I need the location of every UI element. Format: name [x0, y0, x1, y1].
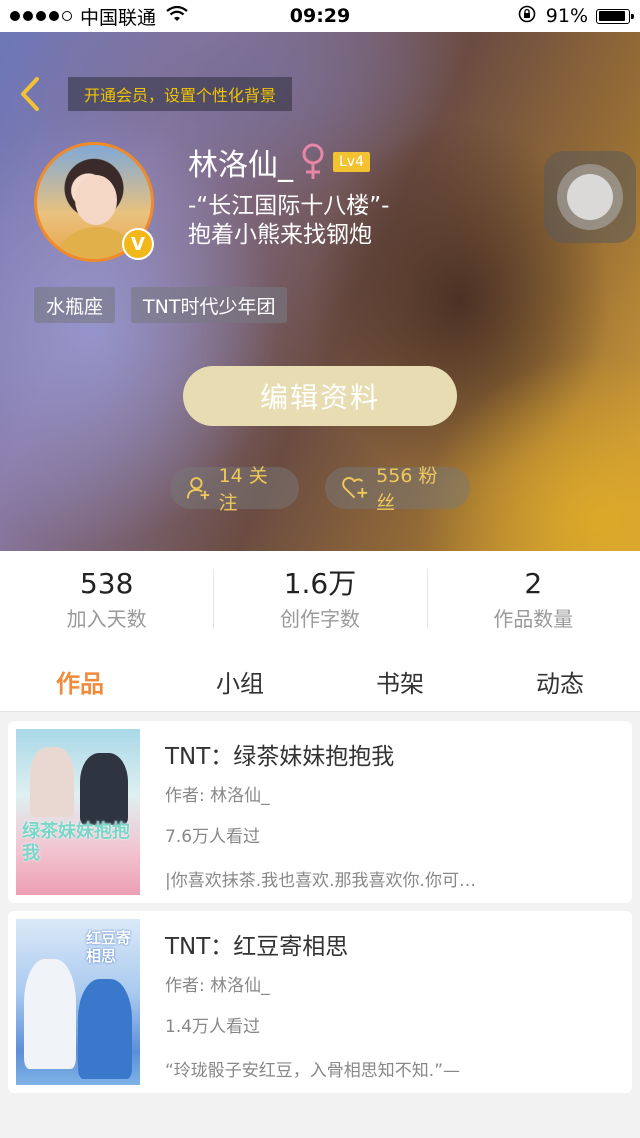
book-cover: 红豆寄相思 — [16, 919, 140, 1085]
stat-join-days: 538 加入天数 — [0, 551, 213, 651]
tab-activity[interactable]: 动态 — [480, 651, 640, 711]
vip-background-hint[interactable]: 开通会员，设置个性化背景 — [68, 77, 293, 111]
work-excerpt: “玲珑骰子安红豆，入骨相思知不知.”— — [165, 1061, 461, 1081]
profile-stats: 538 加入天数 1.6万 创作字数 2 作品数量 — [0, 551, 640, 651]
work-card[interactable]: 红豆寄相思 TNT：红豆寄相思 作者: 林洛仙_ 1.4万人看过 “玲珑骰子安红… — [8, 911, 632, 1093]
work-title: TNT：红豆寄相思 — [165, 934, 349, 960]
profile-tag[interactable]: 水瓶座 — [34, 287, 116, 323]
stat-label: 创作字数 — [279, 607, 360, 631]
following-count: 14 关注 — [218, 465, 268, 514]
profile-tags: 水瓶座 TNT时代少年团 — [34, 287, 303, 323]
stat-word-count: 1.6万 创作字数 — [213, 551, 426, 651]
carrier-name: 中国联通 — [80, 6, 157, 29]
wifi-icon — [166, 5, 188, 27]
battery-icon — [596, 8, 634, 24]
work-title: TNT：绿茶妹妹抱抱我 — [165, 744, 395, 770]
signal-strength-icon — [10, 11, 75, 21]
female-icon — [302, 143, 324, 179]
orientation-lock-icon — [518, 5, 536, 28]
stat-value: 2 — [524, 567, 543, 600]
stat-works-count: 2 作品数量 — [426, 551, 640, 651]
cover-title: 红豆寄相思 — [86, 929, 132, 965]
bio-line: 抱着小熊来找钢炮 — [188, 222, 372, 248]
chevron-left-icon — [21, 77, 39, 111]
work-excerpt: |你喜欢抹茶.我也喜欢.那我喜欢你.你可… — [165, 871, 476, 891]
back-button[interactable] — [12, 72, 48, 116]
following-button[interactable]: 14 关注 — [170, 465, 299, 514]
work-author: 作者: 林洛仙_ — [165, 976, 270, 996]
cover-title: 绿茶妹妹抱抱我 — [22, 821, 130, 864]
verified-badge: V — [122, 228, 154, 260]
tab-groups[interactable]: 小组 — [160, 651, 320, 711]
edit-profile-button[interactable]: 编辑资料 — [183, 366, 457, 426]
stat-label: 加入天数 — [66, 607, 147, 631]
profile-tabs: 作品 小组 书架 动态 — [0, 651, 640, 712]
stat-value: 1.6万 — [283, 567, 357, 600]
heart-plus-icon — [342, 477, 368, 499]
profile-name-row: 林洛仙_ Lv4 — [188, 140, 370, 184]
book-cover: 绿茶妹妹抱抱我 — [16, 729, 140, 895]
tab-works[interactable]: 作品 — [0, 651, 160, 711]
work-views: 7.6万人看过 — [165, 827, 261, 847]
assistive-touch-button[interactable] — [544, 151, 636, 243]
work-author: 作者: 林洛仙_ — [165, 786, 270, 806]
works-list: 绿茶妹妹抱抱我 TNT：绿茶妹妹抱抱我 作者: 林洛仙_ 7.6万人看过 |你喜… — [8, 721, 632, 1101]
stat-label: 作品数量 — [493, 607, 574, 631]
bio-line: -“长江国际十八楼”- — [188, 193, 390, 219]
work-views: 1.4万人看过 — [165, 1017, 261, 1037]
tab-bookshelf[interactable]: 书架 — [320, 651, 480, 711]
fans-count: 556 粉丝 — [376, 465, 438, 514]
username: 林洛仙_ — [188, 148, 293, 183]
add-user-icon — [186, 477, 210, 500]
fans-button[interactable]: 556 粉丝 — [325, 465, 470, 514]
profile-tag[interactable]: TNT时代少年团 — [131, 287, 288, 323]
battery-level-fill — [598, 11, 625, 21]
status-bar: 中国联通 09:29 91% — [0, 0, 640, 32]
battery-percent: 91% — [545, 5, 588, 27]
profile-bio: -“长江国际十八楼”- 抱着小熊来找钢炮 — [188, 192, 389, 250]
level-badge: Lv4 — [333, 152, 370, 172]
work-card[interactable]: 绿茶妹妹抱抱我 TNT：绿茶妹妹抱抱我 作者: 林洛仙_ 7.6万人看过 |你喜… — [8, 721, 632, 903]
stat-value: 538 — [79, 567, 134, 600]
